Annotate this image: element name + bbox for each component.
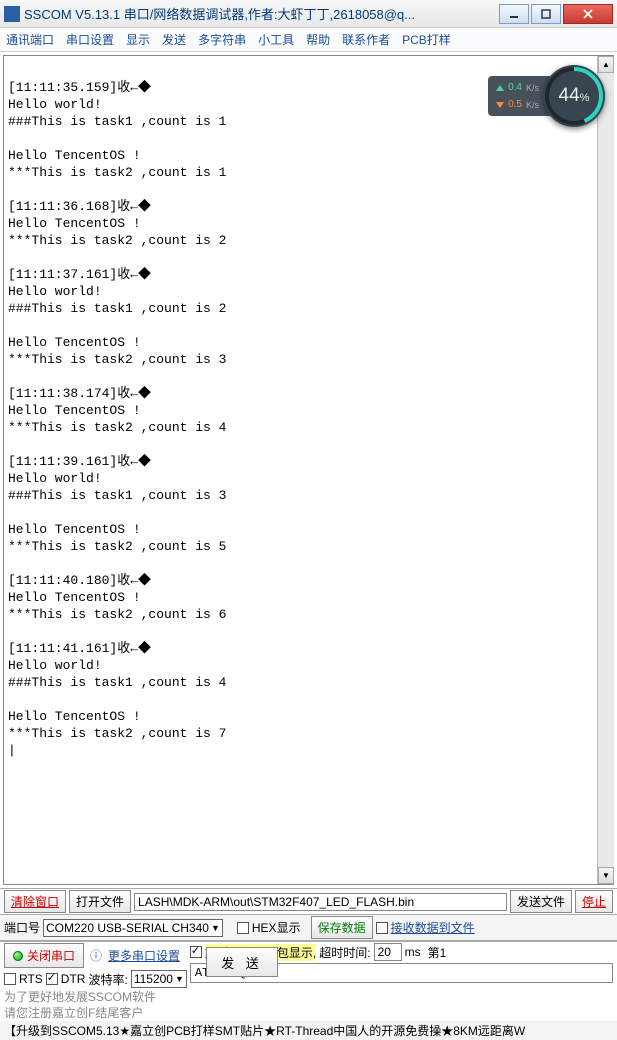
- dtr-checkbox[interactable]: [46, 973, 58, 985]
- dropdown-icon: ▼: [211, 923, 220, 933]
- menu-bar: 通讯端口 串口设置 显示 发送 多字符串 小工具 帮助 联系作者 PCB打样: [0, 28, 617, 52]
- menu-help[interactable]: 帮助: [306, 31, 330, 48]
- close-button[interactable]: [563, 4, 613, 24]
- port-status-led-icon: [13, 951, 23, 961]
- file-path-field[interactable]: LASH\MDK-ARM\out\STM32F407_LED_FLASH.bin: [134, 893, 507, 911]
- download-speed: 0.5 K/s: [496, 99, 539, 110]
- hex-display-checkbox[interactable]: [237, 922, 249, 934]
- percent-sign-icon: %: [580, 92, 590, 104]
- hex-display-label: HEX显示: [252, 919, 301, 936]
- menu-multistring[interactable]: 多字符串: [198, 31, 246, 48]
- send-file-button[interactable]: 发送文件: [510, 890, 572, 913]
- ms-label: ms: [405, 945, 421, 959]
- window-title: SSCOM V5.13.1 串口/网络数据调试器,作者:大虾丁丁,2618058…: [24, 4, 497, 23]
- speed-gauge-overlay: 0.4 K/s 0.5 K/s 44%: [488, 65, 605, 127]
- dropdown-icon: ▼: [175, 974, 184, 984]
- stop-button[interactable]: 停止: [575, 890, 613, 913]
- vertical-scrollbar[interactable]: ▲ ▼: [597, 56, 614, 884]
- footer-bar: 【升级到SSCOM5.13★嘉立创PCB打样SMT贴片★RT-Thread中国人…: [0, 1021, 617, 1040]
- baud-value: 115200: [134, 972, 173, 986]
- up-arrow-icon: [496, 85, 504, 91]
- maximize-button[interactable]: [531, 4, 561, 24]
- port-select[interactable]: COM220 USB-SERIAL CH340▼: [43, 919, 223, 937]
- progress-gauge[interactable]: 44%: [543, 65, 605, 127]
- clear-window-button[interactable]: 清除窗口: [4, 890, 66, 913]
- rts-label: RTS: [19, 972, 43, 986]
- save-data-button[interactable]: 保存数据: [311, 916, 373, 939]
- menu-display[interactable]: 显示: [126, 31, 150, 48]
- port-label: 端口号: [4, 919, 40, 936]
- menu-comm-port[interactable]: 通讯端口: [6, 31, 54, 48]
- minimize-button[interactable]: [499, 4, 529, 24]
- console-panel: [11:11:35.159]收←◆ Hello world! ###This i…: [3, 55, 614, 885]
- hint-line1: 为了更好地发展SSCOM软件: [4, 990, 156, 1004]
- gauge-percent: 44%: [543, 65, 605, 127]
- menu-serial-cfg[interactable]: 串口设置: [66, 31, 114, 48]
- baud-select[interactable]: 115200▼: [131, 970, 187, 988]
- upload-unit: K/s: [526, 83, 539, 93]
- timeout-input[interactable]: 20: [374, 943, 402, 961]
- scroll-track[interactable]: [598, 73, 614, 867]
- scroll-down-icon[interactable]: ▼: [598, 867, 614, 884]
- more-settings-link[interactable]: 更多串口设置: [108, 947, 180, 964]
- close-port-button[interactable]: 关闭串口: [4, 943, 84, 968]
- menu-contact[interactable]: 联系作者: [342, 31, 390, 48]
- rts-checkbox[interactable]: [4, 973, 16, 985]
- menu-tools[interactable]: 小工具: [258, 31, 294, 48]
- download-unit: K/s: [526, 100, 539, 110]
- close-port-label: 关闭串口: [27, 947, 75, 964]
- hint-line2: 请您注册嘉立创F结尾客户: [4, 1006, 187, 1020]
- file-row: 清除窗口 打开文件 LASH\MDK-ARM\out\STM32F407_LED…: [0, 888, 617, 914]
- dtr-label: DTR: [61, 972, 86, 986]
- send-button[interactable]: 发 送: [206, 947, 278, 977]
- upload-value: 0.4: [508, 82, 522, 93]
- port-select-value: COM220 USB-SERIAL CH340: [46, 921, 209, 935]
- timeout-label: 超时时间:: [319, 944, 370, 961]
- menu-send[interactable]: 发送: [162, 31, 186, 48]
- menu-pcb[interactable]: PCB打样: [402, 31, 451, 48]
- app-icon: [4, 6, 20, 22]
- recv-to-file-link[interactable]: 接收数据到文件: [391, 919, 475, 936]
- download-value: 0.5: [508, 99, 522, 110]
- lower-controls: 关闭串口 ⓘ 更多串口设置 RTS DTR 波特率: 115200▼ 为了更好地…: [0, 941, 617, 1021]
- gauge-percent-value: 44: [559, 85, 580, 107]
- console-output[interactable]: [11:11:35.159]收←◆ Hello world! ###This i…: [4, 56, 613, 884]
- open-file-button[interactable]: 打开文件: [69, 890, 131, 913]
- help-icon[interactable]: ⓘ: [87, 947, 105, 964]
- down-arrow-icon: [496, 102, 504, 108]
- upload-speed: 0.4 K/s: [496, 82, 539, 93]
- recv-to-file-checkbox[interactable]: [376, 922, 388, 934]
- window-titlebar: SSCOM V5.13.1 串口/网络数据调试器,作者:大虾丁丁,2618058…: [0, 0, 617, 28]
- line-label: 第1: [428, 944, 447, 961]
- timestamp-checkbox[interactable]: [190, 946, 202, 958]
- port-row: 端口号 COM220 USB-SERIAL CH340▼ HEX显示 保存数据 …: [0, 914, 617, 941]
- footer-text: 【升级到SSCOM5.13★嘉立创PCB打样SMT贴片★RT-Thread中国人…: [4, 1022, 525, 1039]
- baud-label: 波特率:: [88, 971, 127, 988]
